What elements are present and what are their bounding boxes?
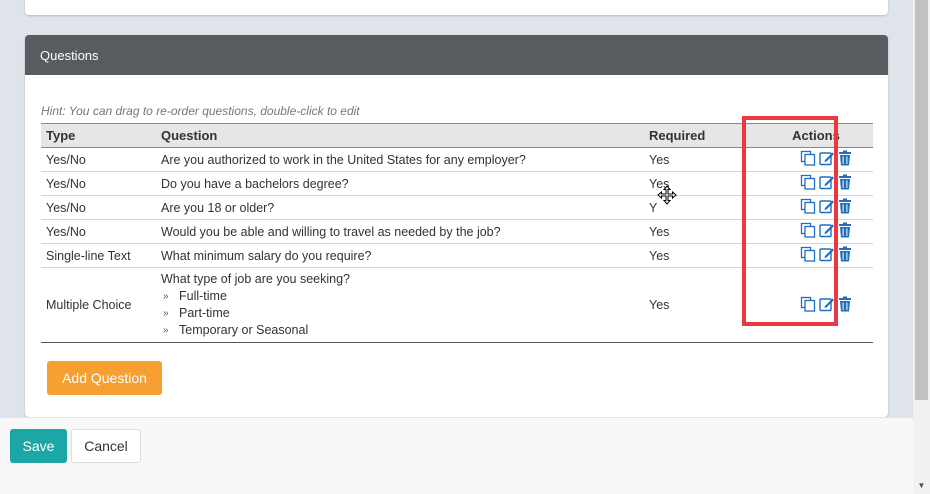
cell-type: Single-line Text [41,243,156,268]
trash-icon[interactable] [838,222,852,238]
edit-icon[interactable] [819,174,835,190]
cancel-button[interactable]: Cancel [71,429,141,463]
cell-actions [759,243,873,268]
top-card [25,0,888,15]
row-actions [780,246,852,262]
copy-icon[interactable] [800,174,816,190]
table-header-row: Type Question Required Actions [41,123,873,148]
choice-option: » Part-time [163,306,230,320]
header-actions: Actions [759,123,873,148]
cell-actions [759,195,873,220]
cell-type: Yes/No [41,219,156,244]
cell-type: Yes/No [41,195,156,220]
move-cursor-icon [657,185,677,205]
row-actions [780,174,852,190]
cell-type: Yes/No [41,171,156,196]
edit-icon[interactable] [819,198,835,214]
choice-option: » Full-time [163,289,227,303]
row-actions [780,198,852,214]
cell-actions [759,171,873,196]
header-required: Required [644,123,759,148]
row-actions [780,296,852,312]
hint-text: Hint: You can drag to re-order questions… [41,104,360,118]
cell-question: Are you authorized to work in the United… [156,147,644,172]
edit-icon[interactable] [819,150,835,166]
add-question-button[interactable]: Add Question [47,361,162,395]
copy-icon[interactable] [800,296,816,312]
table-row[interactable]: Yes/No Do you have a bachelors degree? Y… [41,171,873,196]
save-button[interactable]: Save [10,429,67,463]
chevron-double-right-icon: » [163,325,169,336]
cell-type: Yes/No [41,147,156,172]
edit-icon[interactable] [819,296,835,312]
copy-icon[interactable] [800,150,816,166]
cell-required: Yes [644,243,759,268]
trash-icon[interactable] [838,150,852,166]
edit-icon[interactable] [819,222,835,238]
trash-icon[interactable] [838,174,852,190]
header-question: Question [156,123,644,148]
trash-icon[interactable] [838,246,852,262]
question-text: What type of job are you seeking? [161,272,351,286]
table-row[interactable]: Yes/No Are you authorized to work in the… [41,147,873,172]
scrollbar-thumb[interactable] [915,0,928,400]
chevron-double-right-icon: » [163,291,169,302]
cell-question: Are you 18 or older? [156,195,644,220]
header-type: Type [41,123,156,148]
cell-question: What type of job are you seeking? » Full-… [156,267,644,343]
panel-title: Questions [40,47,99,63]
questions-panel: Questions Hint: You can drag to re-order… [25,35,888,417]
scroll-down-arrow-icon[interactable]: ▼ [913,476,930,494]
cell-actions [759,267,873,343]
cell-question: What minimum salary do you require? [156,243,644,268]
cell-required: Yes [644,219,759,244]
cell-question: Do you have a bachelors degree? [156,171,644,196]
row-actions [780,150,852,166]
copy-icon[interactable] [800,222,816,238]
copy-icon[interactable] [800,198,816,214]
edit-icon[interactable] [819,246,835,262]
questions-table: Type Question Required Actions Yes/No Ar… [41,123,873,343]
table-row[interactable]: Multiple Choice What type of job are you… [41,267,873,343]
cell-required: Yes [644,147,759,172]
cell-type: Multiple Choice [41,267,156,343]
cell-required: Yes [644,267,759,343]
chevron-double-right-icon: » [163,308,169,319]
copy-icon[interactable] [800,246,816,262]
panel-header: Questions [25,35,888,75]
cell-actions [759,147,873,172]
trash-icon[interactable] [838,296,852,312]
trash-icon[interactable] [838,198,852,214]
table-row[interactable]: Single-line Text What minimum salary do … [41,243,873,268]
table-row[interactable]: Yes/No Would you be able and willing to … [41,219,873,244]
table-row[interactable]: Yes/No Are you 18 or older? Y [41,195,873,220]
cell-actions [759,219,873,244]
row-actions [780,222,852,238]
choice-option: » Temporary or Seasonal [163,323,309,337]
cell-question: Would you be able and willing to travel … [156,219,644,244]
